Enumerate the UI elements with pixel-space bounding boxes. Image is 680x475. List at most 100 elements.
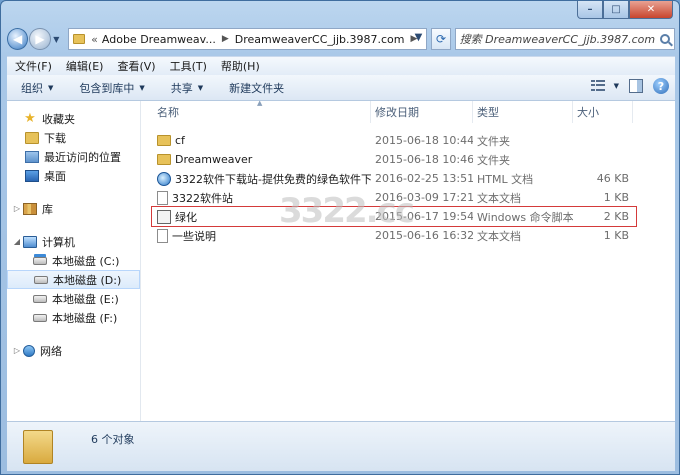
system-drive-icon bbox=[33, 256, 47, 265]
text-file-icon bbox=[157, 228, 168, 243]
computer-icon bbox=[23, 235, 37, 248]
sidebar-item-favorites[interactable]: ★ 收藏夹 bbox=[7, 109, 140, 128]
back-arrow-icon: ◀ bbox=[13, 32, 23, 46]
table-row-highlighted[interactable]: 绿化 2015-06-17 19:54 Windows 命令脚本 2 KB bbox=[147, 206, 675, 227]
content-area: ★ 收藏夹 下载 最近访问的位置 桌面 ▷ 库 ◢ 计算机 本地磁盘 (C:) … bbox=[7, 99, 675, 421]
sidebar-item-desktop[interactable]: 桌面 bbox=[7, 166, 140, 185]
address-history-dropdown-icon[interactable]: ▼ bbox=[415, 32, 423, 43]
sidebar-item-network[interactable]: ▷ 网络 bbox=[7, 341, 140, 360]
sidebar-item-label: 桌面 bbox=[44, 169, 66, 183]
sidebar-item-drive-c[interactable]: 本地磁盘 (C:) bbox=[7, 251, 140, 270]
minimize-button[interactable]: – bbox=[577, 1, 603, 19]
refresh-button[interactable]: ⟳ bbox=[431, 28, 451, 50]
expand-arrow-icon[interactable]: ▷ bbox=[11, 346, 23, 355]
caption-buttons: – □ ✕ bbox=[577, 1, 673, 19]
search-icon[interactable] bbox=[659, 34, 670, 44]
menu-tools[interactable]: 工具(T) bbox=[170, 58, 207, 74]
back-button[interactable]: ◀ bbox=[7, 28, 29, 50]
item-count: 6 个对象 bbox=[91, 432, 135, 446]
new-folder-label: 新建文件夹 bbox=[229, 81, 285, 95]
file-date: 2016-03-09 17:21 bbox=[375, 191, 473, 204]
file-name: 3322软件站 bbox=[172, 191, 233, 205]
star-icon: ★ bbox=[24, 110, 36, 126]
recent-pages-dropdown[interactable]: ▼ bbox=[51, 35, 63, 44]
organize-label: 组织 bbox=[21, 81, 43, 95]
close-button[interactable]: ✕ bbox=[629, 1, 673, 19]
column-header-row: 名称 ▲ 修改日期 类型 大小 bbox=[147, 99, 675, 123]
column-header-size[interactable]: 大小 bbox=[573, 101, 633, 123]
dropdown-arrow-icon: ▼ bbox=[48, 83, 54, 92]
table-row[interactable]: 一些说明 2015-06-16 16:32 文本文档 1 KB bbox=[147, 226, 675, 245]
forward-button[interactable]: ▶ bbox=[29, 28, 51, 50]
hard-drive-icon bbox=[33, 294, 47, 303]
column-header-type[interactable]: 类型 bbox=[473, 101, 573, 123]
file-list[interactable]: 名称 ▲ 修改日期 类型 大小 cf 2015-06-18 10:44 文件夹 bbox=[147, 99, 675, 421]
recent-places-icon bbox=[25, 150, 39, 163]
sidebar-item-drive-e[interactable]: 本地磁盘 (E:) bbox=[7, 289, 140, 308]
forward-arrow-icon: ▶ bbox=[35, 32, 45, 46]
new-folder-button[interactable]: 新建文件夹 bbox=[229, 80, 284, 96]
breadcrumb-item[interactable]: Adobe Dreamweav... bbox=[102, 33, 216, 46]
menu-edit[interactable]: 编辑(E) bbox=[66, 58, 104, 74]
sidebar-item-label: 本地磁盘 (D:) bbox=[53, 273, 122, 287]
file-size: 1 KB bbox=[603, 191, 629, 204]
change-view-button[interactable]: ▼ bbox=[590, 80, 619, 92]
sidebar-item-downloads[interactable]: 下载 bbox=[7, 128, 140, 147]
address-bar[interactable]: « Adobe Dreamweav... ▶ DreamweaverCC_jjb… bbox=[68, 28, 428, 50]
folder-icon bbox=[157, 135, 171, 146]
menu-bar: 文件(F) 编辑(E) 查看(V) 工具(T) 帮助(H) bbox=[7, 56, 675, 75]
organize-button[interactable]: 组织 ▼ bbox=[21, 80, 53, 96]
dropdown-arrow-icon: ▼ bbox=[139, 83, 145, 92]
navigation-pane[interactable]: ★ 收藏夹 下载 最近访问的位置 桌面 ▷ 库 ◢ 计算机 本地磁盘 (C:) … bbox=[7, 101, 141, 421]
table-row[interactable]: 3322软件下载站-提供免费的绿色软件下... 2016-02-25 13:51… bbox=[147, 169, 675, 188]
file-type: 文本文档 bbox=[477, 191, 521, 205]
sidebar-item-label: 本地磁盘 (E:) bbox=[52, 292, 119, 306]
menu-help[interactable]: 帮助(H) bbox=[221, 58, 260, 74]
menu-view[interactable]: 查看(V) bbox=[117, 58, 155, 74]
html-file-icon bbox=[157, 171, 171, 186]
text-file-icon bbox=[157, 190, 168, 205]
include-in-library-button[interactable]: 包含到库中 ▼ bbox=[79, 80, 144, 96]
breadcrumb-chevron-icon[interactable]: ▶ bbox=[222, 34, 229, 44]
column-header-label: 修改日期 bbox=[375, 106, 419, 119]
details-view-icon bbox=[590, 80, 605, 92]
table-row[interactable]: Dreamweaver 2015-06-18 10:46 文件夹 bbox=[147, 150, 675, 169]
sidebar-item-drive-f[interactable]: 本地磁盘 (F:) bbox=[7, 308, 140, 327]
sidebar-item-label: 计算机 bbox=[42, 235, 75, 249]
menu-file[interactable]: 文件(F) bbox=[15, 58, 52, 74]
sidebar-item-libraries[interactable]: ▷ 库 bbox=[7, 199, 140, 218]
desktop-icon bbox=[25, 169, 39, 182]
share-label: 共享 bbox=[170, 81, 193, 95]
preview-pane-button[interactable] bbox=[629, 79, 643, 93]
share-button[interactable]: 共享 ▼ bbox=[171, 80, 203, 96]
sidebar-item-recent-places[interactable]: 最近访问的位置 bbox=[7, 147, 140, 166]
sidebar-item-computer[interactable]: ◢ 计算机 bbox=[7, 232, 140, 251]
sidebar-item-label: 最近访问的位置 bbox=[44, 150, 121, 164]
help-button[interactable]: ? bbox=[653, 78, 669, 94]
table-row[interactable]: 3322软件站 2016-03-09 17:21 文本文档 1 KB bbox=[147, 188, 675, 207]
file-date: 2015-06-18 10:44 bbox=[375, 134, 473, 147]
file-type: 文件夹 bbox=[477, 134, 510, 148]
sort-ascending-icon: ▲ bbox=[257, 99, 263, 107]
file-date: 2015-06-18 10:46 bbox=[375, 153, 473, 166]
collapse-arrow-icon[interactable]: ◢ bbox=[11, 237, 23, 246]
file-date: 2015-06-16 16:32 bbox=[375, 229, 473, 242]
sidebar-item-label: 本地磁盘 (F:) bbox=[52, 311, 118, 325]
sidebar-item-drive-d[interactable]: 本地磁盘 (D:) bbox=[7, 270, 140, 289]
search-input[interactable]: 搜索 DreamweaverCC_jjb.3987.com bbox=[454, 28, 675, 50]
file-name: 3322软件下载站-提供免费的绿色软件下... bbox=[175, 172, 371, 186]
breadcrumb-item[interactable]: DreamweaverCC_jjb.3987.com bbox=[235, 33, 405, 46]
command-bar: 组织 ▼ 包含到库中 ▼ 共享 ▼ 新建文件夹 ▼ ? bbox=[7, 75, 675, 101]
status-bar: 6 个对象 bbox=[7, 421, 675, 471]
column-header-name[interactable]: 名称 ▲ bbox=[147, 99, 371, 123]
table-row[interactable]: cf 2015-06-18 10:44 文件夹 bbox=[147, 131, 675, 150]
file-type: HTML 文档 bbox=[477, 172, 534, 186]
include-label: 包含到库中 bbox=[79, 81, 135, 95]
sidebar-item-label: 本地磁盘 (C:) bbox=[52, 254, 120, 268]
expand-arrow-icon[interactable]: ▷ bbox=[11, 204, 23, 213]
maximize-button[interactable]: □ bbox=[603, 1, 629, 19]
dropdown-arrow-icon: ▼ bbox=[197, 83, 204, 92]
breadcrumb-overflow[interactable]: « bbox=[91, 33, 98, 46]
column-header-date[interactable]: 修改日期 bbox=[371, 101, 473, 123]
highlight-box bbox=[151, 206, 637, 227]
